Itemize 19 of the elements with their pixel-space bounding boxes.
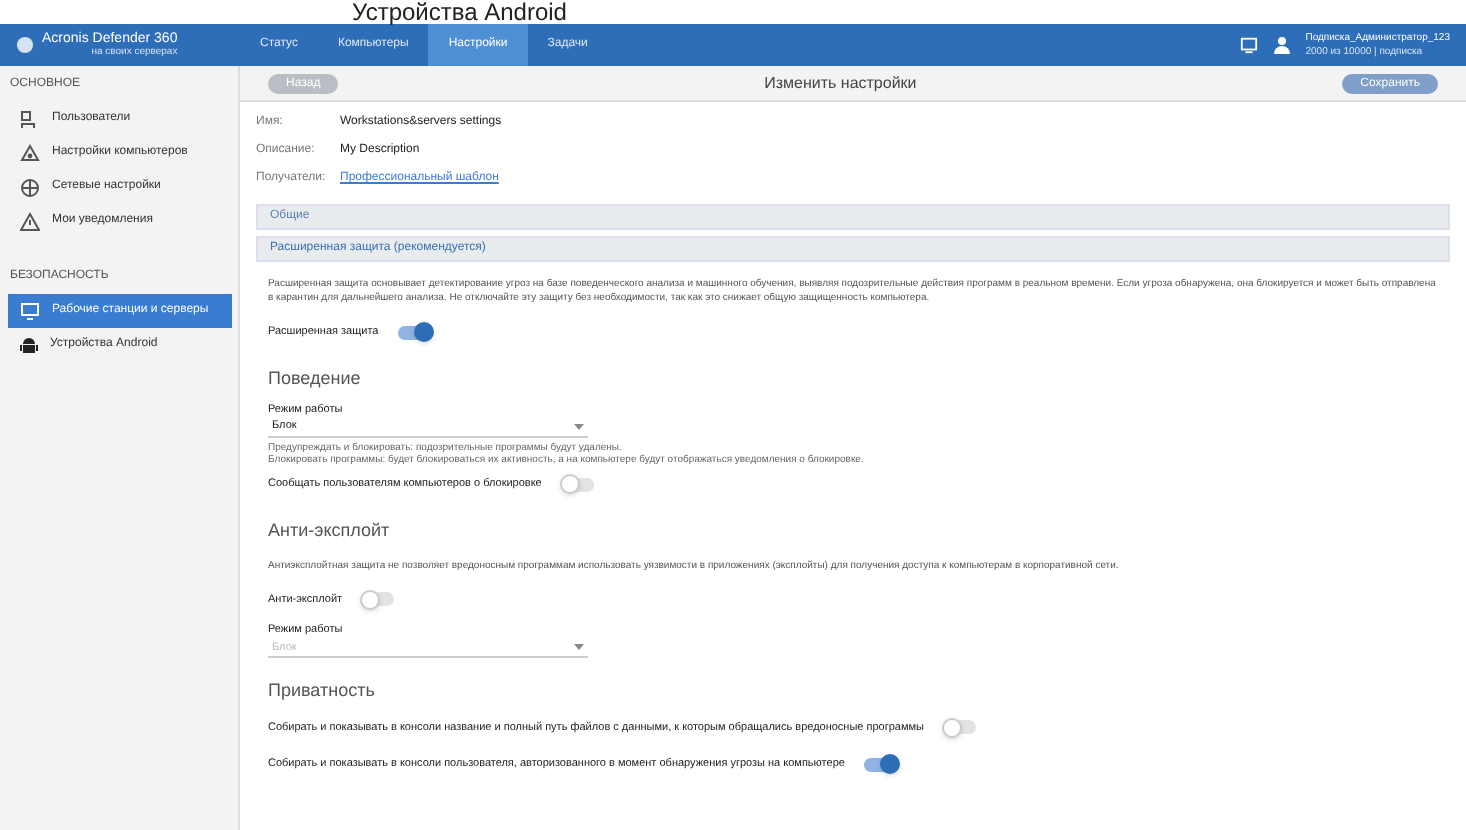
section-heading: Анти-эксплойт xyxy=(268,518,392,545)
caret-icon xyxy=(574,424,584,430)
toggle-switch[interactable] xyxy=(944,720,976,735)
android-icon xyxy=(20,335,38,355)
toggle-switch[interactable] xyxy=(561,477,594,492)
monitor-icon xyxy=(20,302,40,320)
warning-icon xyxy=(20,211,40,231)
caret-icon xyxy=(574,644,584,651)
toggle-switch[interactable] xyxy=(362,592,395,607)
toggle-switch[interactable] xyxy=(864,757,897,772)
section-heading: Поведение xyxy=(268,366,363,393)
section-heading: Приватность xyxy=(268,678,377,705)
globe-icon xyxy=(20,177,40,197)
toggle-switch[interactable] xyxy=(398,325,431,340)
user-icon[interactable] xyxy=(1273,36,1290,54)
logo-icon xyxy=(16,36,34,54)
page-title: Изменить настройки xyxy=(762,71,919,95)
screen-icon[interactable] xyxy=(1239,36,1258,54)
page-heading: Устройства Android xyxy=(352,0,567,24)
